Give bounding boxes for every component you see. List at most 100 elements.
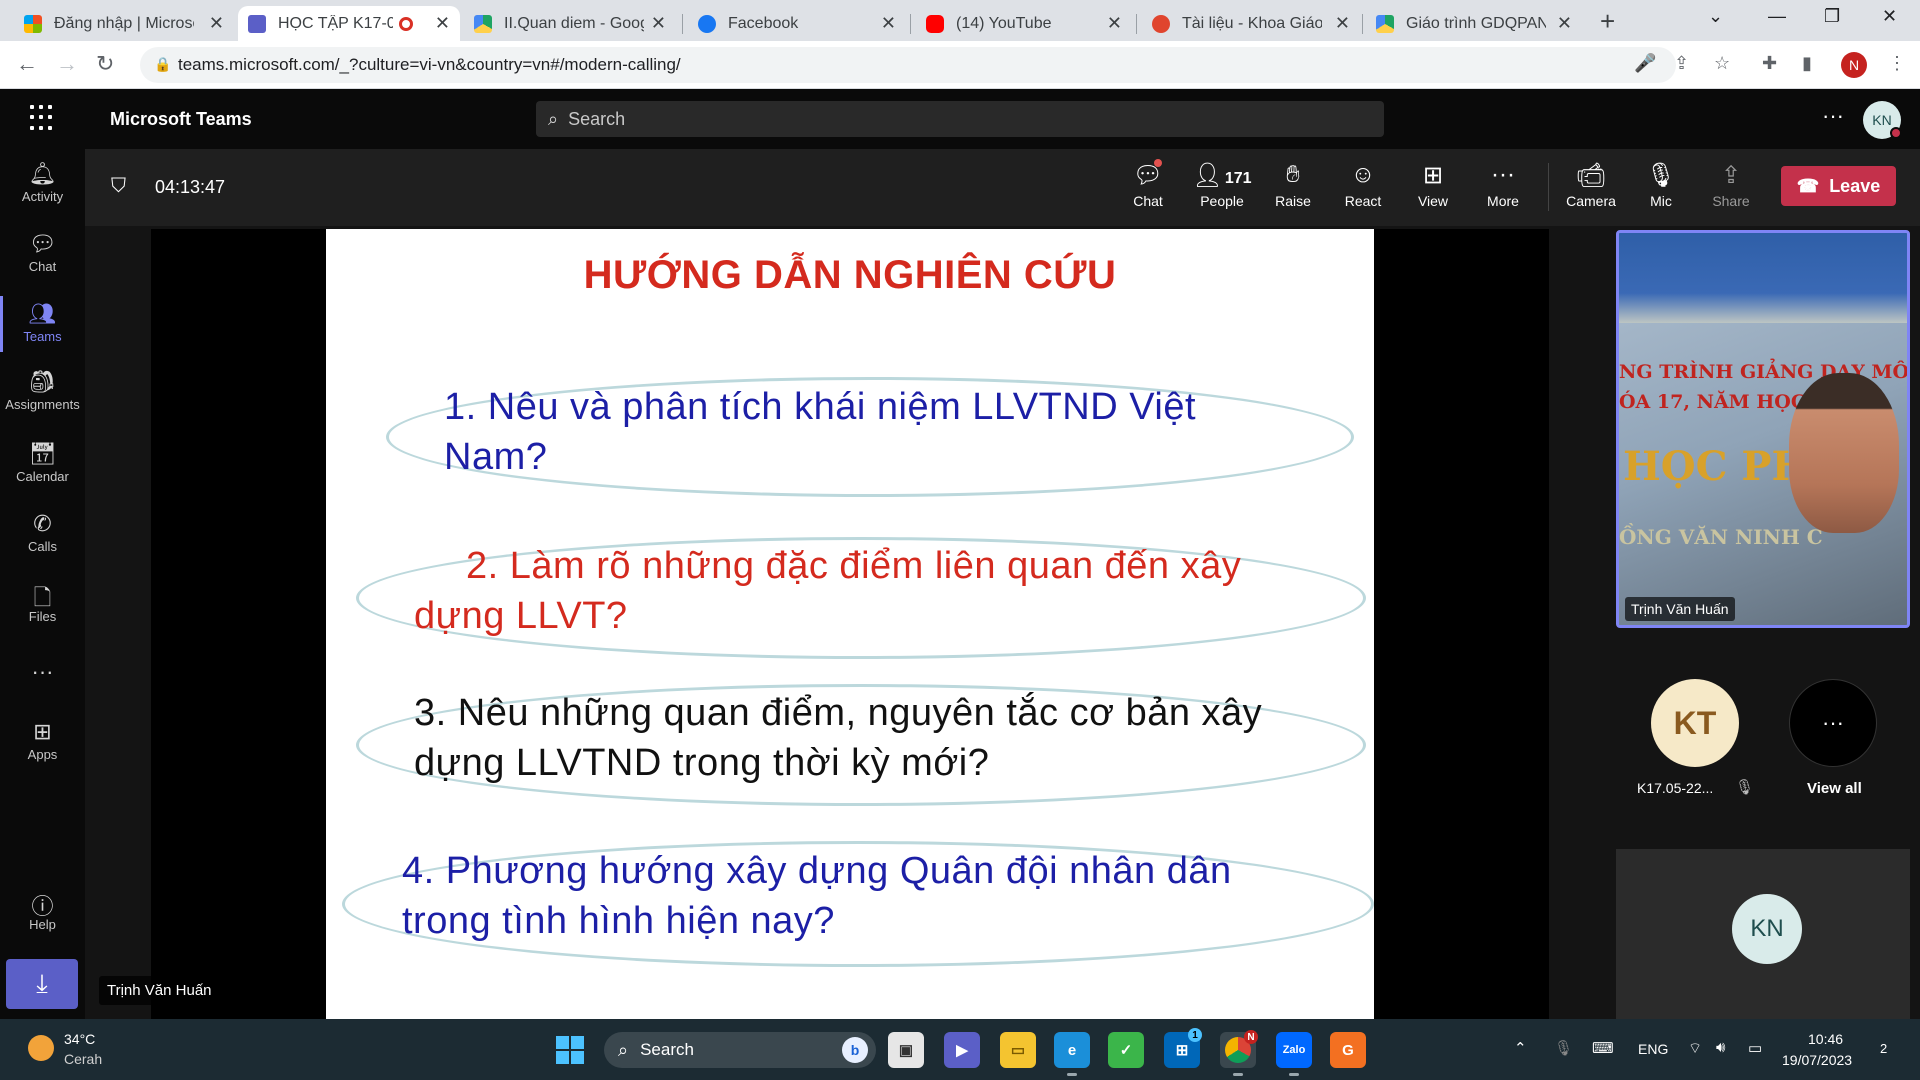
bookmark-star-icon[interactable]: ☆ <box>1714 53 1730 74</box>
tab-search-icon[interactable]: ⌄ <box>1708 6 1723 27</box>
mic-button[interactable]: 🎙︎ Mic <box>1629 161 1693 209</box>
share-button[interactable]: ⇪ Share <box>1699 161 1763 209</box>
rail-item-chat[interactable]: 💬︎ Chat <box>0 231 85 274</box>
shared-screen[interactable]: HƯỚNG DẪN NGHIÊN CỨU 1. Nêu và phân tích… <box>151 229 1549 1019</box>
reload-icon[interactable]: ↻ <box>96 51 114 77</box>
side-panel-icon[interactable]: ▮ <box>1802 53 1812 74</box>
more-actions-button[interactable]: ··· More <box>1471 161 1535 209</box>
app-launcher-icon[interactable] <box>30 105 56 131</box>
volume-icon[interactable]: 🔊︎ <box>1716 1039 1725 1056</box>
close-tab-icon[interactable]: ✕ <box>209 13 224 34</box>
app-rail: 🔔︎ Activity 💬︎ Chat 👥︎ Teams 🎒︎ Assignme… <box>0 149 85 1019</box>
tab-separator <box>1136 14 1137 34</box>
tab-separator <box>910 14 911 34</box>
weather-temperature[interactable]: 34°C <box>64 1031 95 1047</box>
search-input[interactable]: ⌕ Search <box>536 101 1384 137</box>
browser-tab[interactable]: Đăng nhập | Microsof ✕ <box>14 6 234 41</box>
rail-item-apps[interactable]: ⊞ Apps <box>0 719 85 762</box>
participant-video-tile[interactable]: NG TRÌNH GIẢNG DẠY MÔN HỌC G ÓA 17, NĂM … <box>1616 230 1910 628</box>
weather-condition[interactable]: Cerah <box>64 1051 102 1067</box>
browser-tab[interactable]: (14) YouTube ✕ <box>916 6 1132 41</box>
file-explorer-icon[interactable]: ▭ <box>1000 1032 1036 1068</box>
zalo-icon[interactable]: Zalo <box>1276 1032 1312 1076</box>
people-button[interactable]: 👤︎ 171 People <box>1187 161 1257 209</box>
browser-tab[interactable]: Giáo trình GDQPAN tả ✕ <box>1366 6 1582 41</box>
self-video-tile[interactable]: KN <box>1616 849 1910 1019</box>
people-icon-group: 👤︎ 171 <box>1187 161 1257 193</box>
control-label: More <box>1487 193 1519 209</box>
rail-item-files[interactable]: 🗋 Files <box>0 581 85 624</box>
microphone-tray-icon[interactable]: 🎙︎ <box>1554 1039 1573 1057</box>
zalo-label: Zalo <box>1282 1044 1306 1056</box>
extensions-icon[interactable]: ✚ <box>1762 53 1777 74</box>
clock-date[interactable]: 19/07/2023 <box>1782 1052 1852 1068</box>
microphone-icon[interactable]: 🎤 <box>1634 53 1656 74</box>
question-line: 2. Làm rõ những đặc điểm liên quan đến x… <box>466 545 1242 587</box>
forward-arrow-icon[interactable]: → <box>56 51 78 77</box>
tab-title: Giáo trình GDQPAN tả <box>1406 14 1546 32</box>
address-bar[interactable]: 🔒 teams.microsoft.com/_?culture=vi-vn&co… <box>140 47 1676 83</box>
new-tab-button[interactable]: + <box>1600 6 1615 37</box>
clock-time[interactable]: 10:46 <box>1808 1031 1843 1047</box>
tab-title: Tài liệu - Khoa Giáo d <box>1182 14 1322 32</box>
rail-item-more[interactable]: ··· <box>0 659 85 687</box>
download-app-button[interactable]: ⤓ <box>6 959 78 1009</box>
rail-item-calls[interactable]: ✆ Calls <box>0 511 85 554</box>
rail-item-calendar[interactable]: 📅︎ Calendar <box>0 441 85 484</box>
bell-icon: 🔔︎ <box>28 161 57 186</box>
close-tab-icon[interactable]: ✕ <box>651 13 666 34</box>
close-tab-icon[interactable]: ✕ <box>1107 13 1122 34</box>
settings-more-icon[interactable]: ··· <box>1822 103 1844 129</box>
microsoft-store-icon[interactable]: ⊞ 1 <box>1164 1028 1202 1068</box>
app-icon[interactable]: ✓ <box>1108 1032 1144 1068</box>
teams-chat-icon[interactable]: ▶ <box>944 1032 980 1068</box>
app-title: Microsoft Teams <box>110 109 252 129</box>
share-page-icon[interactable]: ⇪ <box>1674 53 1689 74</box>
keyboard-icon[interactable]: ⌨ <box>1592 1039 1614 1057</box>
browser-tab-active[interactable]: HỌC TẬP K17-05 ✕ <box>238 6 460 41</box>
view-button[interactable]: ⊞ View <box>1401 161 1465 209</box>
raise-hand-button[interactable]: ✋︎ Raise <box>1261 161 1325 209</box>
control-label: Camera <box>1566 193 1616 209</box>
close-tab-icon[interactable]: ✕ <box>1557 13 1572 34</box>
wifi-icon[interactable]: ⌔ <box>1688 1039 1702 1058</box>
weather-sun-icon[interactable] <box>28 1035 54 1061</box>
chrome-icon[interactable]: N <box>1220 1030 1258 1076</box>
bing-icon[interactable]: b <box>842 1037 868 1063</box>
browser-tab[interactable]: Facebook ✕ <box>688 6 906 41</box>
unread-dot <box>1154 159 1162 167</box>
task-view-icon[interactable]: ▣ <box>888 1032 924 1068</box>
taskbar-search[interactable]: ⌕ Search b <box>604 1032 876 1068</box>
rail-label: Calendar <box>16 469 69 484</box>
rail-item-activity[interactable]: 🔔︎ Activity <box>0 161 85 204</box>
rail-item-assignments[interactable]: 🎒︎ Assignments <box>0 369 85 412</box>
react-button[interactable]: ☺ React <box>1331 161 1395 209</box>
leave-button[interactable]: ☎ Leave <box>1781 166 1896 206</box>
view-all-button[interactable]: ··· <box>1789 679 1877 767</box>
restore-button[interactable]: ❐ <box>1824 6 1840 27</box>
close-tab-icon[interactable]: ✕ <box>1335 13 1350 34</box>
edge-icon[interactable]: e <box>1054 1032 1090 1076</box>
start-button[interactable] <box>556 1036 584 1064</box>
close-window-button[interactable]: ✕ <box>1882 6 1897 27</box>
notification-count[interactable]: 2 <box>1880 1041 1887 1056</box>
video-banner-text: ÓA 17, NĂM HỌC <box>1619 391 1806 413</box>
browser-tab[interactable]: Tài liệu - Khoa Giáo d ✕ <box>1142 6 1360 41</box>
minimize-button[interactable]: — <box>1768 6 1786 27</box>
question-2: 2. Làm rõ những đặc điểm liên quan đến x… <box>414 541 1241 641</box>
rail-item-teams[interactable]: 👥︎ Teams <box>0 301 85 344</box>
profile-avatar[interactable]: N <box>1841 52 1867 78</box>
camera-button[interactable]: 📹︎ Camera <box>1559 161 1623 209</box>
rail-item-help[interactable]: ⓘ Help <box>0 889 85 932</box>
browser-tab[interactable]: II.Quan diem - Googl ✕ <box>464 6 676 41</box>
language-indicator[interactable]: ENG <box>1638 1041 1668 1057</box>
battery-icon[interactable]: ▭ <box>1748 1039 1762 1057</box>
close-tab-icon[interactable]: ✕ <box>881 13 896 34</box>
close-tab-icon[interactable]: ✕ <box>435 13 450 34</box>
tray-overflow-icon[interactable]: ⌃ <box>1514 1039 1527 1057</box>
chrome-menu-icon[interactable]: ⋮ <box>1888 53 1906 74</box>
foxit-pdf-icon[interactable]: G <box>1330 1032 1366 1068</box>
chat-button[interactable]: 💬︎ Chat <box>1116 159 1180 209</box>
participant-avatar[interactable]: KT <box>1651 679 1739 767</box>
back-arrow-icon[interactable]: ← <box>16 51 38 77</box>
